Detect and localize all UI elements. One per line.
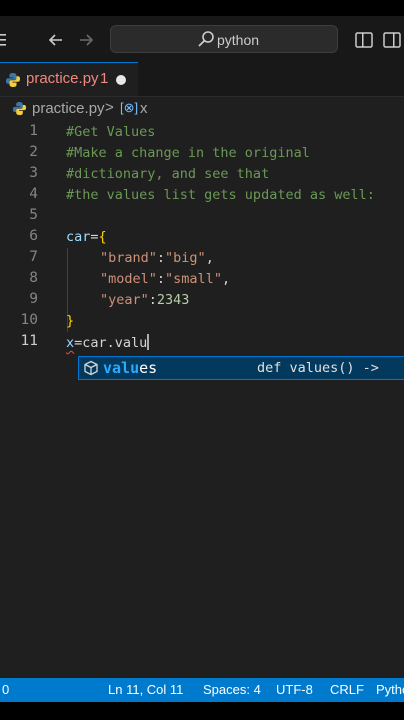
code-line: 7 "brand":"big", — [0, 248, 404, 269]
code-line: 5 — [0, 206, 404, 227]
status-eol[interactable]: CRLF — [330, 682, 364, 697]
code-text: "model":"small", — [100, 271, 231, 287]
device-bottom-bar — [0, 702, 404, 720]
search-icon — [198, 31, 214, 47]
code-text: "brand":"big", — [100, 250, 214, 266]
search-text: python — [217, 32, 260, 48]
status-indentation[interactable]: Spaces: 4 — [203, 682, 261, 697]
suggestion-item-values[interactable]: values def values() -> — [78, 356, 404, 380]
tab-practice-py[interactable]: practice.py 1 — [0, 62, 138, 96]
code-text: x=car.valu — [66, 334, 149, 351]
code-line: 3 #dictionary, and see that — [0, 164, 404, 185]
code-line: 8 "model":"small", — [0, 269, 404, 290]
code-text: #Get Values — [66, 124, 156, 140]
line-number: 5 — [29, 207, 38, 223]
breadcrumb-file[interactable]: practice.py — [32, 100, 105, 117]
code-line: 6 car={ — [0, 227, 404, 248]
code-line: 10 } — [0, 311, 404, 332]
code-editor[interactable]: 1 #Get Values 2 #Make a change in the or… — [0, 122, 404, 678]
line-number: 7 — [29, 249, 38, 265]
code-text: car={ — [66, 229, 107, 245]
breadcrumb: practice.py > [⊗] x — [0, 98, 404, 120]
status-language[interactable]: Python — [376, 682, 404, 697]
python-file-icon — [6, 73, 20, 87]
code-line-active: 11 x=car.valu — [0, 332, 404, 353]
command-center-search[interactable]: python — [110, 25, 338, 53]
suggestion-detail: def values() -> — [257, 360, 379, 376]
code-line: 9 "year":2343 — [0, 290, 404, 311]
line-number: 10 — [20, 312, 38, 328]
status-errors[interactable]: 0 — [2, 682, 9, 697]
text-cursor — [147, 334, 149, 350]
device-top-bar — [0, 0, 404, 16]
line-number: 1 — [29, 123, 38, 139]
code-text: #the values list gets updated as well: — [66, 187, 375, 203]
python-file-icon — [12, 101, 27, 116]
title-bar: python — [0, 16, 404, 62]
tab-problem-count: 1 — [100, 70, 109, 87]
code-text: #dictionary, and see that — [66, 166, 270, 182]
unsaved-dot-icon[interactable] — [116, 75, 126, 85]
status-encoding[interactable]: UTF-8 — [276, 682, 313, 697]
breadcrumb-symbol[interactable]: x — [140, 100, 148, 117]
forward-arrow-icon[interactable] — [76, 30, 96, 50]
tab-label: practice.py — [26, 70, 99, 87]
suggestion-label: values — [103, 359, 158, 377]
breadcrumb-separator: > — [105, 99, 114, 116]
line-number: 4 — [29, 186, 38, 202]
code-line: 2 #Make a change in the original — [0, 143, 404, 164]
back-arrow-icon[interactable] — [46, 30, 66, 50]
code-text: "year":2343 — [100, 292, 190, 308]
line-number: 11 — [20, 333, 38, 349]
code-text: #Make a change in the original — [66, 145, 310, 161]
line-number: 2 — [29, 144, 38, 160]
line-number: 3 — [29, 165, 38, 181]
split-editor-icon[interactable] — [354, 30, 374, 50]
menu-icon[interactable] — [0, 30, 16, 50]
line-number: 6 — [29, 228, 38, 244]
status-bar: 0 Ln 11, Col 11 Spaces: 4 UTF-8 CRLF Pyt… — [0, 678, 404, 702]
line-number: 8 — [29, 270, 38, 286]
variable-icon: [⊗] — [120, 100, 139, 115]
line-number: 9 — [29, 291, 38, 307]
code-line: 4 #the values list gets updated as well: — [0, 185, 404, 206]
editor-tab-bar: practice.py 1 — [0, 62, 404, 97]
layout-icon[interactable] — [382, 30, 402, 50]
code-line: 1 #Get Values — [0, 122, 404, 143]
code-text: } — [66, 313, 75, 329]
status-cursor-position[interactable]: Ln 11, Col 11 — [108, 682, 183, 697]
method-icon — [84, 360, 98, 376]
